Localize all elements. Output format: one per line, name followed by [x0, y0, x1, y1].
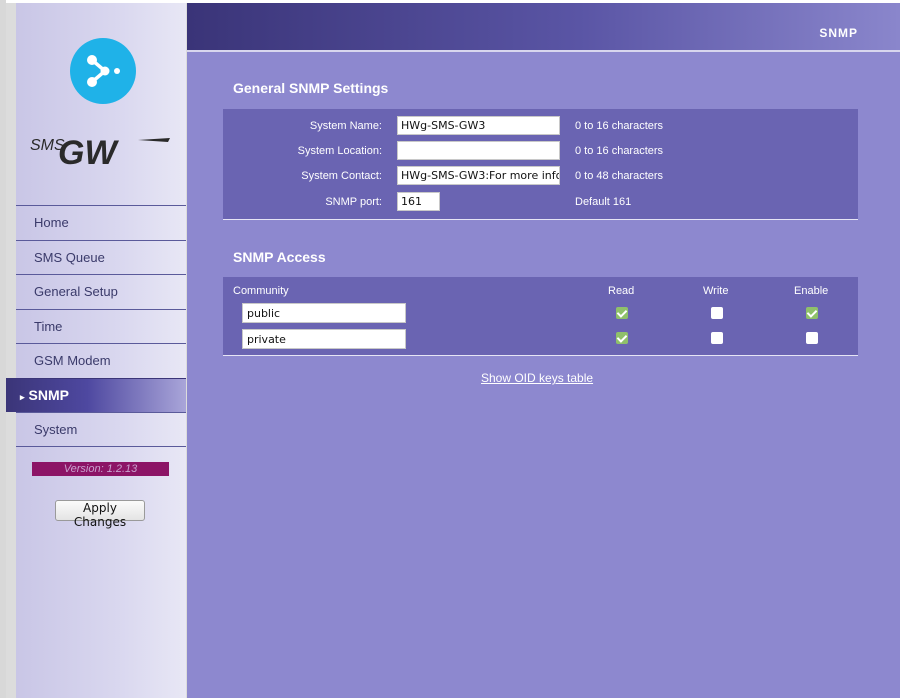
snmp-access-panel: Community Read Write Enable public priva…: [223, 277, 858, 356]
sidebar-nav: Home SMS Queue General Setup Time GSM Mo…: [6, 205, 186, 447]
sms-gw-wordmark: SMS GW: [28, 128, 178, 173]
share-logo-icon: [70, 38, 136, 104]
snmp-port-input[interactable]: 161: [397, 192, 440, 211]
write-checkbox-public[interactable]: [711, 307, 723, 319]
write-column-header: Write: [703, 285, 729, 297]
header-divider: [187, 50, 900, 52]
sidebar-item-label: GSM Modem: [34, 353, 111, 368]
show-oid-keys-link[interactable]: Show OID keys table: [481, 371, 593, 385]
sidebar-item-label: Time: [34, 318, 63, 334]
sidebar-item-label: SMS Queue: [34, 249, 105, 265]
snmp-port-hint: Default 161: [575, 196, 632, 208]
system-location-input[interactable]: [397, 141, 560, 160]
page-left-strip: [0, 0, 6, 698]
header-bar: SNMP: [187, 3, 900, 50]
read-column-header: Read: [608, 285, 635, 297]
main-content: SNMP General SNMP Settings System Name: …: [187, 3, 900, 698]
snmp-access-title: SNMP Access: [233, 249, 326, 265]
general-settings-panel: System Name: HWg-SMS-GW3 0 to 16 charact…: [223, 109, 858, 220]
sidebar-item-sms-queue[interactable]: SMS Queue: [16, 239, 186, 275]
general-settings-title: General SNMP Settings: [233, 80, 389, 96]
system-contact-hint: 0 to 48 characters: [575, 170, 664, 182]
system-name-input[interactable]: HWg-SMS-GW3: [397, 116, 560, 135]
page-title: SNMP: [819, 26, 858, 40]
sidebar-item-time[interactable]: Time: [16, 308, 186, 344]
sidebar-item-system[interactable]: System: [16, 412, 186, 447]
system-contact-row: System Contact: HWg-SMS-GW3:For more inf…: [223, 166, 858, 186]
sidebar-item-snmp[interactable]: ▸ SNMP: [6, 377, 186, 412]
snmp-port-label: SNMP port:: [325, 196, 382, 208]
system-location-hint: 0 to 16 characters: [575, 145, 664, 157]
system-name-row: System Name: HWg-SMS-GW3 0 to 16 charact…: [223, 116, 858, 136]
svg-text:GW: GW: [58, 134, 119, 172]
sidebar-item-home[interactable]: Home: [16, 205, 186, 240]
community-input-public[interactable]: public: [242, 303, 406, 323]
community-column-header: Community: [233, 285, 289, 297]
community-input-private[interactable]: private: [242, 329, 406, 349]
enable-checkbox-public[interactable]: [806, 307, 818, 319]
system-contact-label: System Contact:: [301, 170, 382, 182]
sidebar-item-gsm-modem[interactable]: GSM Modem: [16, 343, 186, 378]
system-location-label: System Location:: [297, 145, 382, 157]
read-checkbox-public[interactable]: [616, 307, 628, 319]
system-name-label: System Name:: [309, 120, 382, 132]
enable-checkbox-private[interactable]: [806, 332, 818, 344]
sidebar-item-label: Home: [34, 215, 69, 230]
write-checkbox-private[interactable]: [711, 332, 723, 344]
active-arrow-icon: ▸: [20, 391, 25, 402]
system-location-row: System Location: 0 to 16 characters: [223, 141, 858, 161]
sidebar-item-label: SNMP: [28, 386, 69, 403]
system-contact-input[interactable]: HWg-SMS-GW3:For more info: [397, 166, 560, 185]
sidebar-item-label: General Setup: [34, 284, 118, 299]
sidebar-item-general-setup[interactable]: General Setup: [16, 274, 186, 309]
sidebar: SMS GW Home SMS Queue General Setup Time…: [6, 3, 186, 698]
snmp-port-row: SNMP port: 161 Default 161: [223, 192, 858, 212]
read-checkbox-private[interactable]: [616, 332, 628, 344]
version-badge: Version: 1.2.13: [32, 462, 169, 476]
sidebar-item-label: System: [34, 422, 78, 437]
enable-column-header: Enable: [794, 285, 829, 297]
logo: SMS GW: [16, 3, 186, 206]
apply-changes-button[interactable]: Apply Changes: [55, 500, 145, 529]
system-name-hint: 0 to 16 characters: [575, 120, 664, 132]
